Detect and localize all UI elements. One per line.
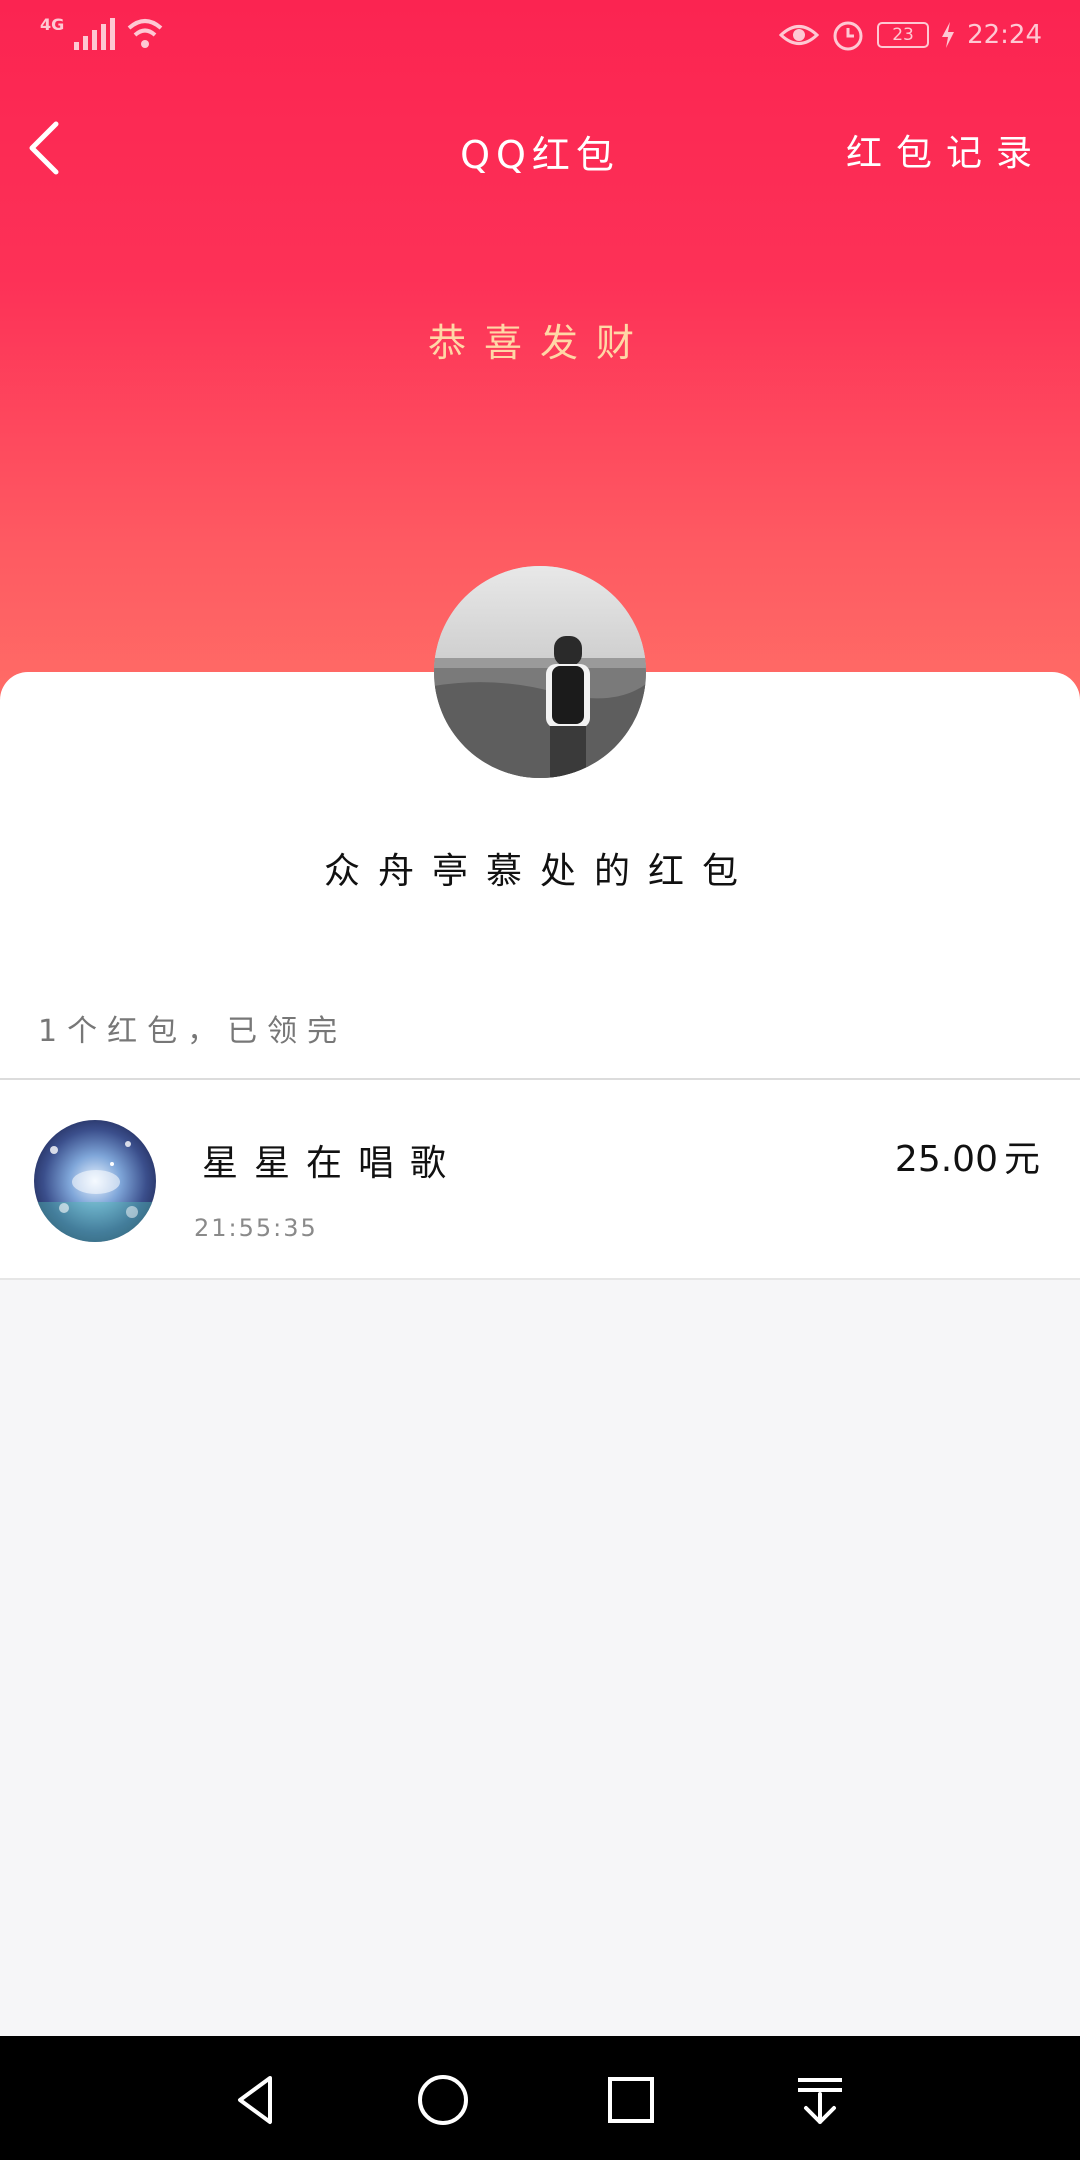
sender-name: 众舟亭慕处的红包 [323,851,756,892]
alarm-icon [833,21,863,51]
red-packet-records-link[interactable]: 红包记录 [846,124,1046,176]
network-label: 4G [40,15,65,34]
greeting-text: 恭喜发财 [427,321,652,365]
battery-level: 23 [892,25,914,45]
charging-icon [942,22,955,48]
receive-time: 21:55:35 [194,1214,318,1242]
list-item[interactable]: 星星在唱歌 21:55:35 25.00 元 [0,1080,1080,1280]
signal-icon [74,16,116,50]
battery-icon: 23 [877,22,930,48]
receiver-name: 星星在唱歌 [202,1143,463,1184]
system-home-button[interactable] [413,2070,473,2130]
triangle-back-icon [238,2076,272,2124]
status-bar: 4G 23 22:24 [0,0,1080,72]
system-back-button[interactable] [226,2070,286,2130]
system-navigation-bar [0,2036,1080,2160]
pulldown-icon [798,2078,842,2124]
amount-unit: 元 [1003,1139,1040,1180]
system-recents-button[interactable] [601,2070,661,2130]
notification-pulldown-button[interactable] [790,2070,850,2130]
receiver-avatar[interactable] [34,1120,156,1242]
sender-avatar[interactable] [434,566,646,778]
clock: 22:24 [967,20,1042,50]
square-recents-icon [608,2077,654,2123]
navigation-bar: QQ红包 红包记录 [0,100,1080,190]
received-amount: 25.00 元 [895,1130,1040,1182]
eye-icon [779,25,820,45]
claim-summary: 1个红包，已领完 [38,1014,348,1049]
circle-home-icon [418,2075,468,2125]
wifi-icon [127,19,163,48]
amount-value: 25.00 [894,1139,998,1180]
